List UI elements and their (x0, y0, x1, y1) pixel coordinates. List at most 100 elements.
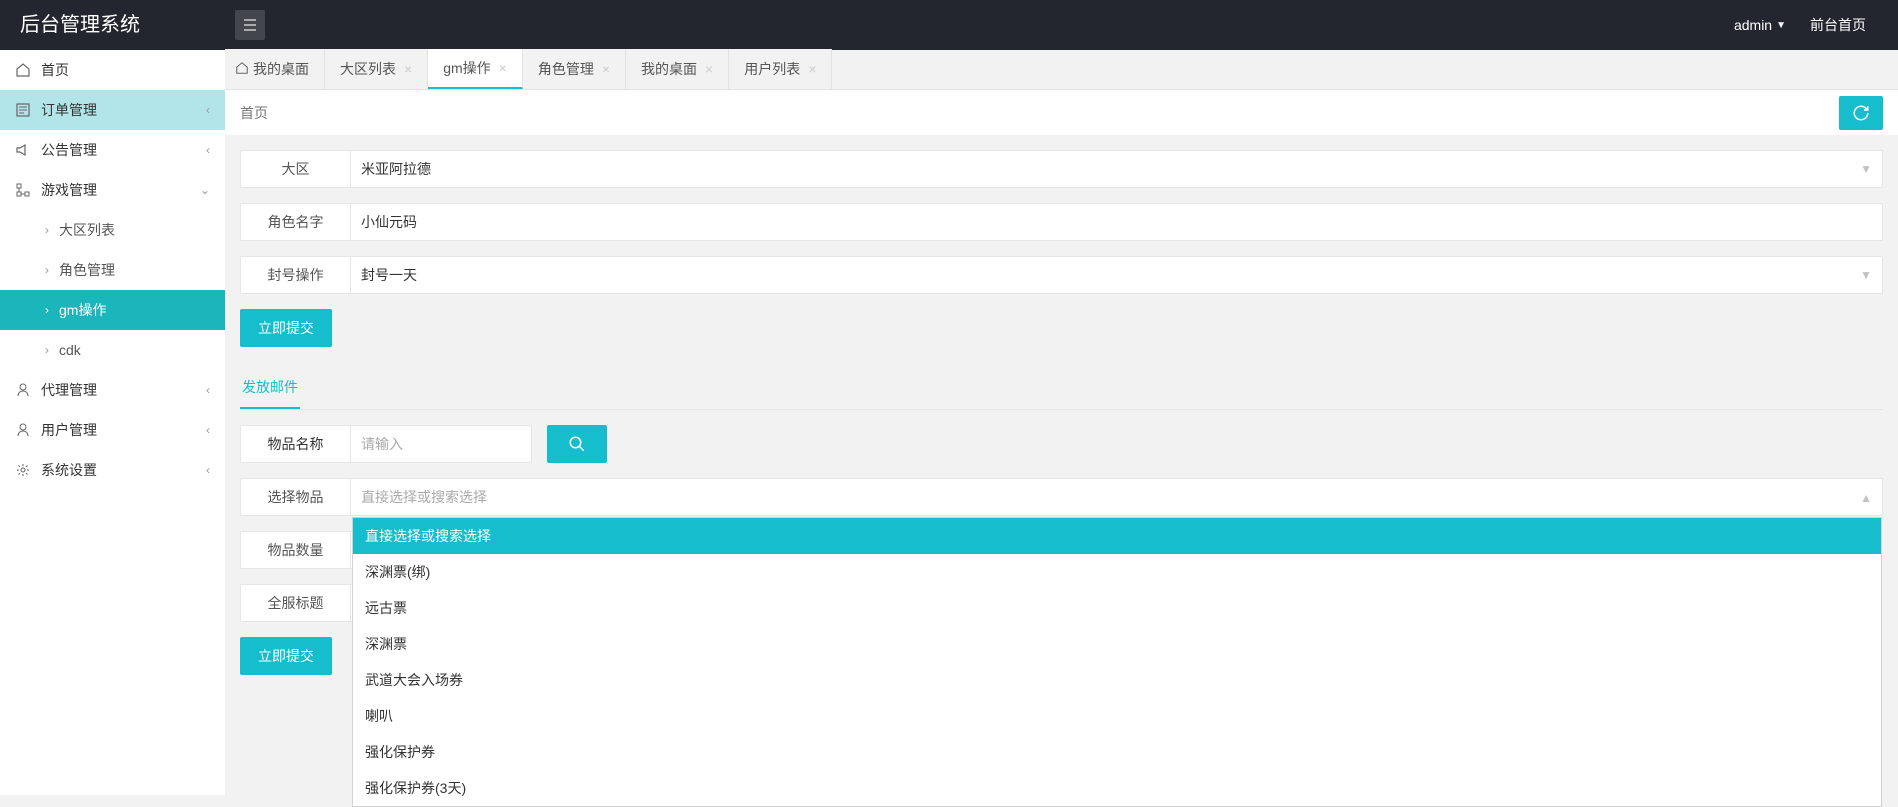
qty-label: 物品数量 (241, 532, 351, 568)
search-button[interactable] (547, 425, 607, 463)
sidebar-sub-label: cdk (59, 342, 81, 358)
sidebar-item-game[interactable]: 游戏管理 ⌄ (0, 170, 225, 210)
tab-label: 用户列表 (744, 59, 800, 79)
item-name-input[interactable] (351, 426, 531, 462)
search-icon (568, 435, 586, 453)
sidebar-item-orders[interactable]: 订单管理 ‹ (0, 90, 225, 130)
logo: 后台管理系统 (0, 0, 225, 50)
sidebar-sub-label: gm操作 (59, 300, 106, 320)
close-icon[interactable]: × (499, 60, 507, 76)
sidebar-sub-label: 大区列表 (59, 220, 115, 240)
chevron-right-icon: › (45, 223, 49, 237)
refresh-button[interactable] (1839, 96, 1883, 130)
dropdown-item[interactable]: 武道大会入场券 (353, 662, 1881, 698)
ban-value: 封号一天 (361, 265, 417, 285)
close-icon[interactable]: × (404, 61, 412, 77)
dropdown-item[interactable]: 深渊票 (353, 626, 1881, 662)
gear-icon (15, 462, 31, 478)
char-label: 角色名字 (241, 204, 351, 240)
user-name: admin (1734, 17, 1772, 33)
sidebar-label: 系统设置 (41, 460, 97, 480)
dropdown-item[interactable]: 直接选择或搜索选择 (353, 518, 1881, 554)
menu-icon (242, 17, 258, 33)
tab-userlist[interactable]: 用户列表 × (729, 49, 832, 89)
chevron-right-icon: › (45, 343, 49, 357)
hamburger-button[interactable] (235, 10, 265, 40)
tab-desktop2[interactable]: 我的桌面 × (626, 49, 729, 89)
sidebar-label: 代理管理 (41, 380, 97, 400)
chevron-left-icon: ‹ (206, 383, 210, 397)
chevron-down-icon: ⌄ (200, 183, 210, 197)
chevron-left-icon: ‹ (206, 103, 210, 117)
chevron-down-icon: ▼ (1776, 20, 1786, 31)
region-label: 大区 (241, 151, 351, 187)
sidebar-label: 公告管理 (41, 140, 97, 160)
sidebar-sub-cdk[interactable]: › cdk (0, 330, 225, 370)
dropdown-panel: 直接选择或搜索选择 深渊票(绑) 远古票 深渊票 武道大会入场券 喇叭 强化保护… (352, 517, 1882, 807)
sidebar-sub-region[interactable]: › 大区列表 (0, 210, 225, 250)
sidebar-label: 订单管理 (41, 100, 97, 120)
select-placeholder: 直接选择或搜索选择 (361, 487, 487, 507)
tab-gm[interactable]: gm操作 × (428, 49, 523, 89)
chevron-down-icon: ▼ (1860, 268, 1872, 282)
tab-region[interactable]: 大区列表 × (325, 49, 428, 89)
chevron-right-icon: › (45, 303, 49, 317)
ban-select[interactable]: 封号一天 ▼ (351, 257, 1882, 293)
dropdown-item[interactable]: 远古票 (353, 590, 1881, 626)
dropdown-item[interactable]: 喇叭 (353, 698, 1881, 734)
tab-label: 大区列表 (340, 59, 396, 79)
sidebar-sub-label: 角色管理 (59, 260, 115, 280)
sidebar: 首页 订单管理 ‹ 公告管理 ‹ 游戏管理 ⌄ › 大区列表 › 角色管理 › gm操… (0, 50, 225, 795)
chevron-left-icon: ‹ (206, 143, 210, 157)
tab-label: gm操作 (443, 58, 490, 78)
chevron-up-icon: ▲ (1860, 491, 1872, 505)
sidebar-item-agent[interactable]: 代理管理 ‹ (0, 370, 225, 410)
tab-mail[interactable]: 发放邮件 (240, 367, 300, 409)
select-item-dropdown[interactable]: 直接选择或搜索选择 (351, 479, 1882, 515)
chevron-right-icon: › (45, 263, 49, 277)
order-icon (15, 102, 31, 118)
tab-label: 我的桌面 (253, 59, 309, 79)
ban-label: 封号操作 (241, 257, 351, 293)
region-value: 米亚阿拉德 (361, 159, 431, 179)
user-icon (15, 422, 31, 438)
announce-icon (15, 142, 31, 158)
breadcrumb: 首页 (240, 103, 268, 123)
select-item-label: 选择物品 (241, 479, 351, 515)
chevron-left-icon: ‹ (206, 423, 210, 437)
tab-desktop[interactable]: 我的桌面 (225, 49, 325, 89)
chevron-down-icon: ▼ (1860, 162, 1872, 176)
sidebar-label: 首页 (41, 60, 69, 80)
frontpage-link[interactable]: 前台首页 (1798, 15, 1878, 35)
submit-button[interactable]: 立即提交 (240, 309, 332, 347)
tab-label: 角色管理 (538, 59, 594, 79)
close-icon[interactable]: × (705, 61, 713, 77)
sidebar-sub-gm[interactable]: › gm操作 (0, 290, 225, 330)
refresh-icon (1852, 104, 1870, 122)
mail-submit-button[interactable]: 立即提交 (240, 637, 332, 675)
home-icon (15, 62, 31, 78)
char-input[interactable] (361, 214, 1872, 230)
agent-icon (15, 382, 31, 398)
sidebar-item-home[interactable]: 首页 (0, 50, 225, 90)
sidebar-item-announce[interactable]: 公告管理 ‹ (0, 130, 225, 170)
dropdown-item[interactable]: 深渊票(绑) (353, 554, 1881, 590)
close-icon[interactable]: × (808, 61, 816, 77)
chevron-left-icon: ‹ (206, 463, 210, 477)
region-select[interactable]: 米亚阿拉德 ▼ (351, 151, 1882, 187)
tab-label: 我的桌面 (641, 59, 697, 79)
sidebar-item-user[interactable]: 用户管理 ‹ (0, 410, 225, 450)
close-icon[interactable]: × (602, 61, 610, 77)
sidebar-item-settings[interactable]: 系统设置 ‹ (0, 450, 225, 490)
tab-role[interactable]: 角色管理 × (523, 49, 626, 89)
dropdown-item[interactable]: 强化保护券(3天) (353, 770, 1881, 806)
item-name-label: 物品名称 (241, 426, 351, 462)
sidebar-label: 用户管理 (41, 420, 97, 440)
home-icon (235, 61, 249, 78)
dropdown-item[interactable]: 强化保护券 (353, 734, 1881, 770)
sidebar-sub-role[interactable]: › 角色管理 (0, 250, 225, 290)
user-menu[interactable]: admin ▼ (1722, 17, 1798, 33)
game-icon (15, 182, 31, 198)
sidebar-label: 游戏管理 (41, 180, 97, 200)
tabs: 我的桌面 大区列表 × gm操作 × 角色管理 × 我的桌面 × 用户列表 × (225, 50, 1898, 90)
